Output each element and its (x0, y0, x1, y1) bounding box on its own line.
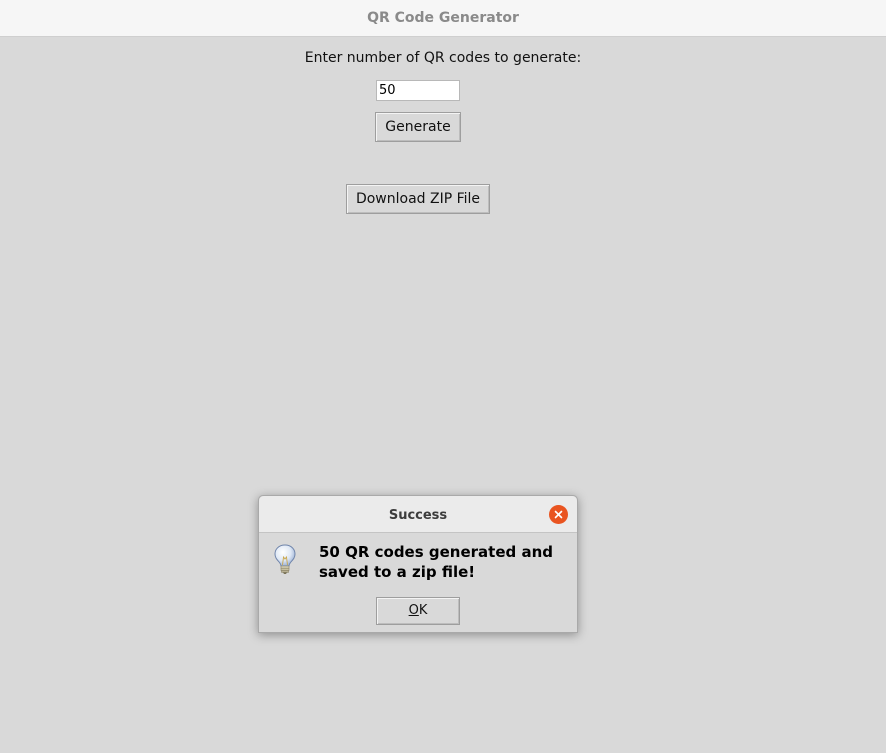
generate-button[interactable]: Generate (375, 112, 461, 142)
app-window: QR Code Generator Enter number of QR cod… (0, 0, 886, 753)
dialog-title: Success (388, 508, 448, 523)
title-bar[interactable]: QR Code Generator (0, 0, 886, 37)
ok-button[interactable]: OK (376, 597, 460, 625)
qr-count-label: Enter number of QR codes to generate: (304, 50, 582, 66)
qr-count-input[interactable] (376, 80, 460, 101)
lightbulb-icon (272, 543, 298, 575)
dialog-header[interactable]: Success (259, 496, 577, 533)
ok-mnemonic: O (408, 603, 419, 618)
download-zip-button[interactable]: Download ZIP File (346, 184, 490, 214)
close-icon[interactable] (549, 505, 568, 524)
window-title: QR Code Generator (367, 10, 519, 26)
success-dialog: Success 50 QR codes generated and saved … (258, 495, 578, 633)
dialog-message: 50 QR codes generated and saved to a zip… (319, 543, 554, 581)
ok-label-rest: K (418, 603, 428, 618)
